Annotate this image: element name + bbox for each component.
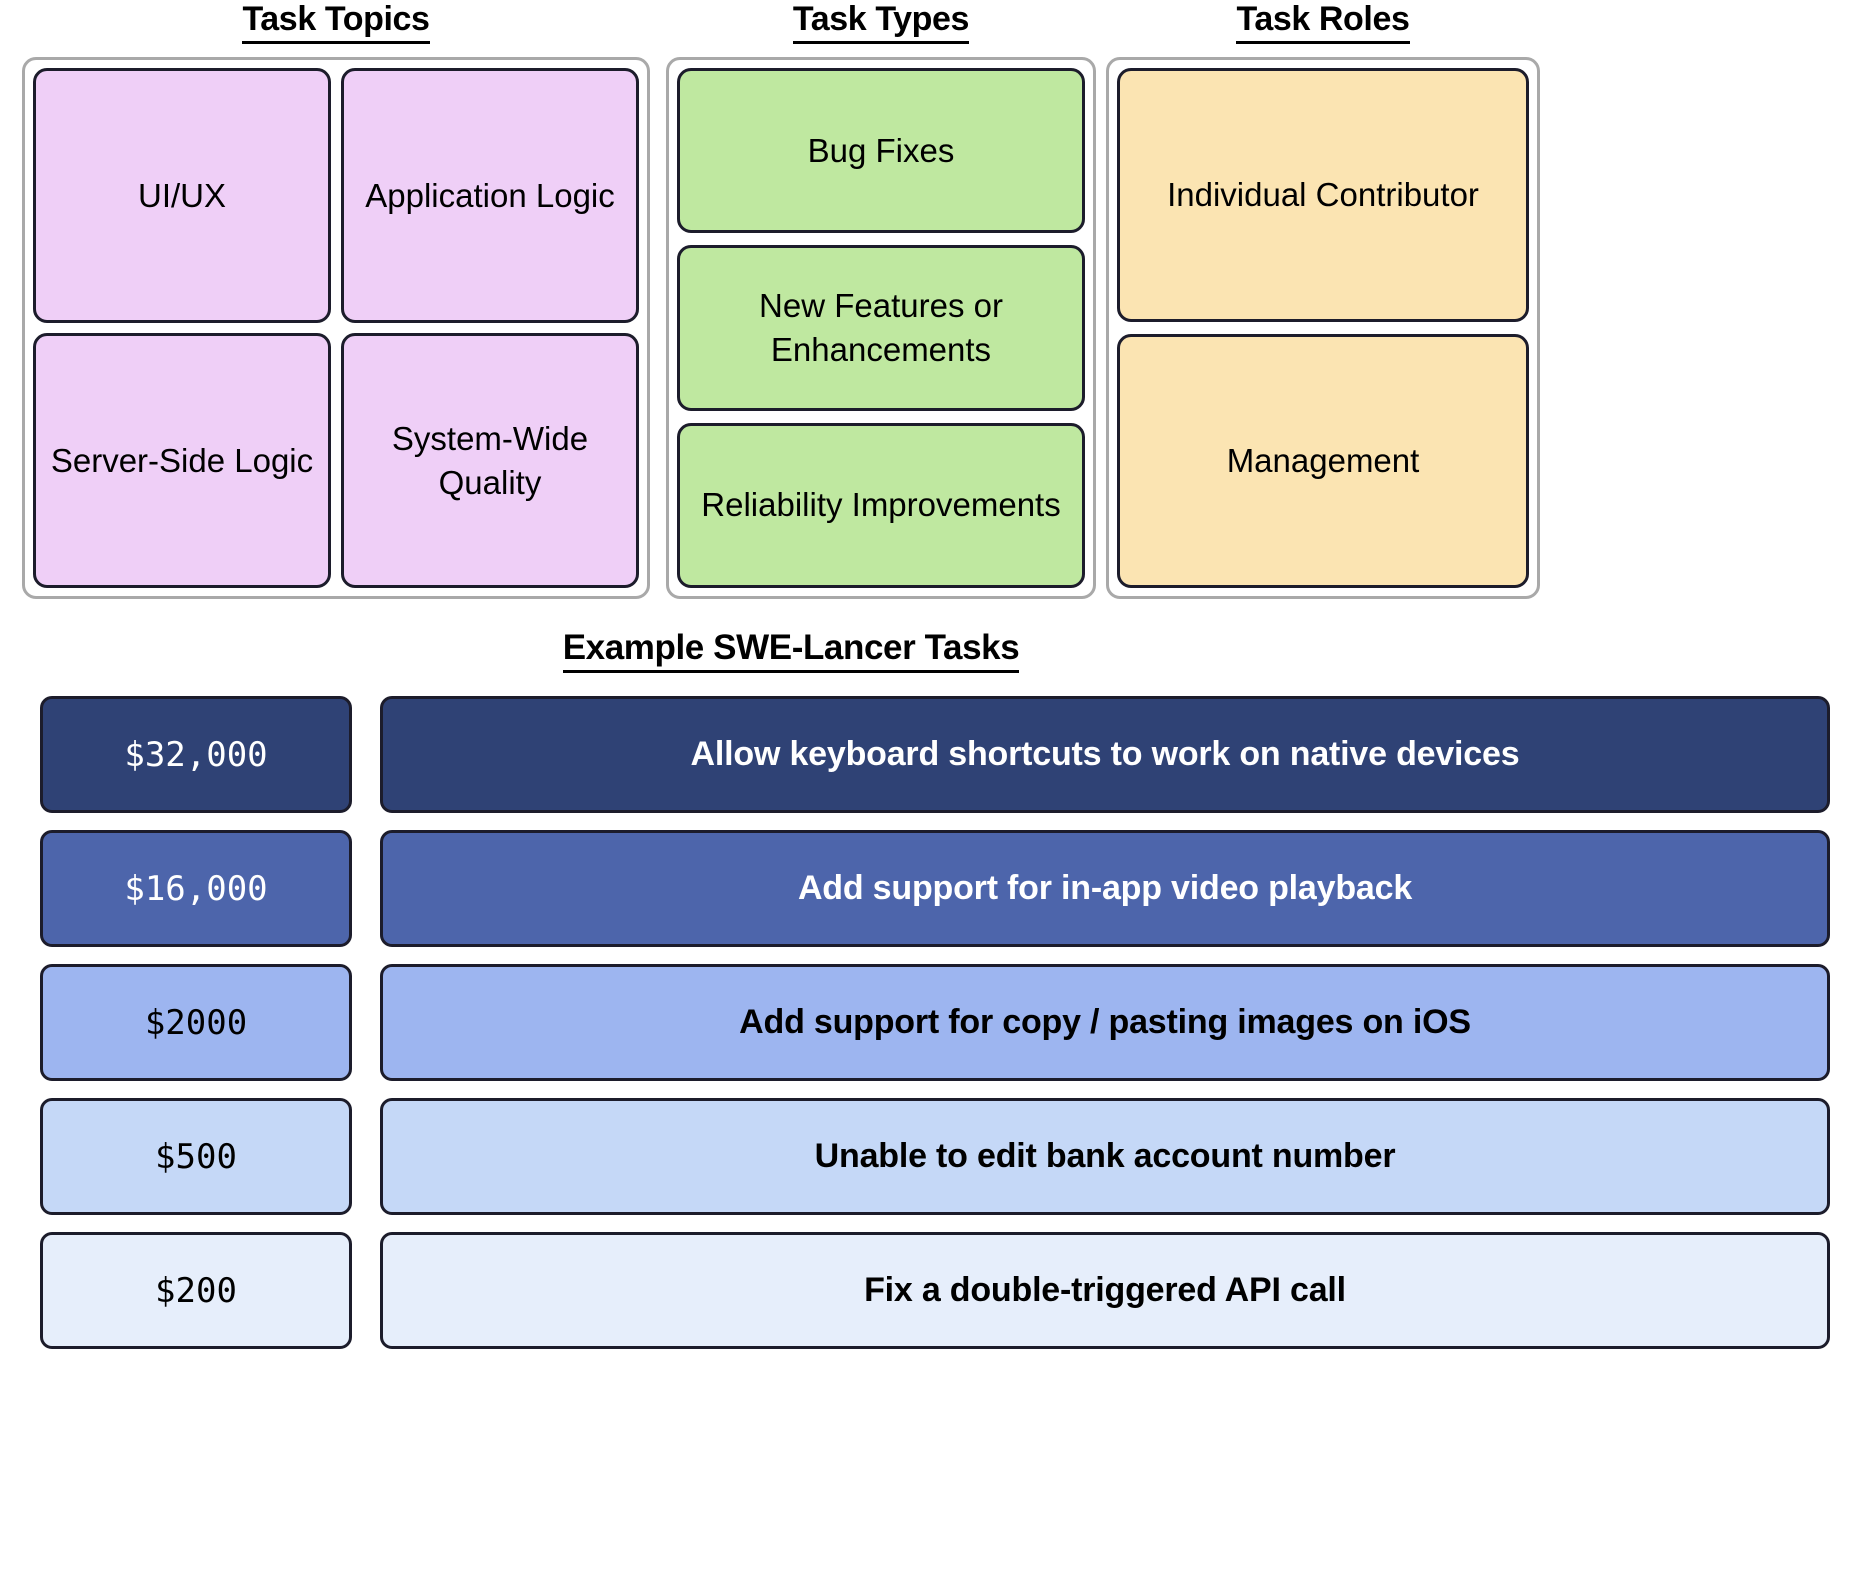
- task-topic-label: Server-Side Logic: [50, 441, 314, 479]
- task-price-label: $200: [155, 1270, 237, 1311]
- task-description-bar[interactable]: Add support for copy / pasting images on…: [380, 964, 1830, 1081]
- task-topic-uiux[interactable]: UI/UX: [33, 68, 331, 323]
- task-price-label: $32,000: [124, 734, 268, 775]
- table-row: $500 Unable to edit bank account number: [0, 1098, 1868, 1215]
- task-topic-server-side-logic[interactable]: Server-Side Logic: [33, 333, 331, 588]
- column-task-roles: Task Roles Individual Contributor Manage…: [1106, 0, 1540, 599]
- task-price-badge[interactable]: $200: [40, 1232, 352, 1349]
- task-description-bar[interactable]: Unable to edit bank account number: [380, 1098, 1830, 1215]
- table-row: $200 Fix a double-triggered API call: [0, 1232, 1868, 1349]
- task-role-label: Management: [1226, 442, 1420, 480]
- column-task-types: Task Types Bug Fixes New Features or Enh…: [666, 0, 1096, 599]
- task-type-reliability-improvements[interactable]: Reliability Improvements: [677, 422, 1085, 588]
- task-topic-system-wide-quality[interactable]: System-Wide Quality: [341, 333, 639, 588]
- task-description-label: Allow keyboard shortcuts to work on nati…: [690, 735, 1520, 773]
- task-type-label: Bug Fixes: [807, 131, 955, 169]
- example-tasks-heading: Example SWE-Lancer Tasks: [0, 628, 1582, 673]
- task-description-bar[interactable]: Allow keyboard shortcuts to work on nati…: [380, 696, 1830, 813]
- task-description-label: Fix a double-triggered API call: [864, 1271, 1346, 1309]
- task-roles-group: Individual Contributor Management: [1106, 57, 1540, 599]
- task-taxonomy-region: Task Topics UI/UX Application Logic Serv…: [0, 0, 1868, 625]
- task-type-bug-fixes[interactable]: Bug Fixes: [677, 68, 1085, 234]
- task-topic-application-logic[interactable]: Application Logic: [341, 68, 639, 323]
- task-type-label: New Features or Enhancements: [759, 287, 1003, 368]
- task-price-label: $16,000: [124, 868, 268, 909]
- task-type-label: Reliability Improvements: [701, 486, 1061, 524]
- task-roles-heading: Task Roles: [1106, 0, 1540, 44]
- example-tasks-region: Example SWE-Lancer Tasks $32,000 Allow k…: [0, 628, 1868, 1366]
- task-topic-label: Application Logic: [365, 176, 615, 214]
- task-description-bar[interactable]: Fix a double-triggered API call: [380, 1232, 1830, 1349]
- table-row: $2000 Add support for copy / pasting ima…: [0, 964, 1868, 1081]
- task-types-group: Bug Fixes New Features or Enhancements R…: [666, 57, 1096, 599]
- task-price-label: $2000: [144, 1002, 248, 1043]
- task-price-badge[interactable]: $500: [40, 1098, 352, 1215]
- task-price-badge[interactable]: $32,000: [40, 696, 352, 813]
- task-description-label: Unable to edit bank account number: [814, 1137, 1396, 1175]
- task-role-label: Individual Contributor: [1167, 176, 1479, 214]
- task-role-individual-contributor[interactable]: Individual Contributor: [1117, 68, 1529, 322]
- table-row: $16,000 Add support for in-app video pla…: [0, 830, 1868, 947]
- task-topics-heading: Task Topics: [22, 0, 650, 44]
- task-topic-label: UI/UX: [137, 176, 226, 214]
- task-price-label: $500: [155, 1136, 237, 1177]
- task-types-heading: Task Types: [666, 0, 1096, 44]
- task-description-bar[interactable]: Add support for in-app video playback: [380, 830, 1830, 947]
- task-topics-group: UI/UX Application Logic Server-Side Logi…: [22, 57, 650, 599]
- task-role-management[interactable]: Management: [1117, 334, 1529, 588]
- table-row: $32,000 Allow keyboard shortcuts to work…: [0, 696, 1868, 813]
- task-price-badge[interactable]: $16,000: [40, 830, 352, 947]
- task-topic-label: System-Wide Quality: [391, 419, 589, 501]
- task-description-label: Add support for copy / pasting images on…: [739, 1003, 1471, 1041]
- column-task-topics: Task Topics UI/UX Application Logic Serv…: [22, 0, 650, 599]
- task-type-new-features[interactable]: New Features or Enhancements: [677, 245, 1085, 411]
- task-description-label: Add support for in-app video playback: [797, 869, 1413, 907]
- task-price-badge[interactable]: $2000: [40, 964, 352, 1081]
